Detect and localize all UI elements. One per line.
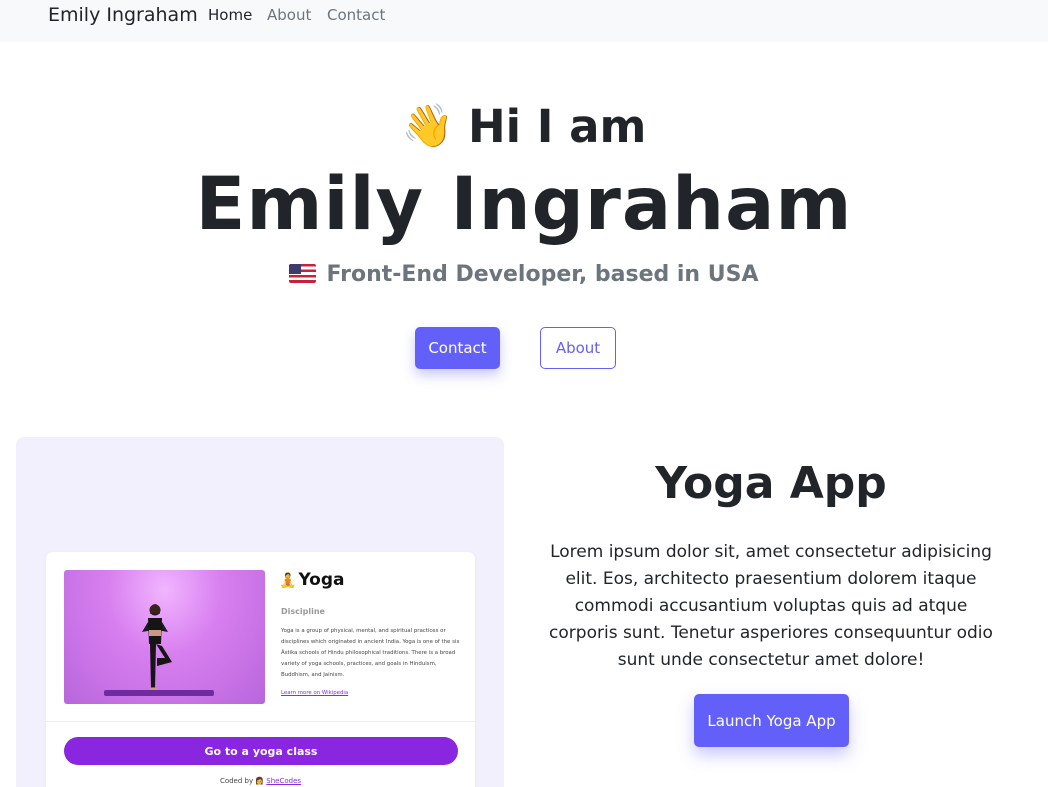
waving-hand-icon: 👋 xyxy=(401,101,454,150)
preview-footer: Coded by 👩 SheCodes xyxy=(46,777,475,785)
nav-link-home[interactable]: Home xyxy=(208,6,252,24)
project-description: Lorem ipsum dolor sit, amet consectetur … xyxy=(549,542,993,670)
nav-link-about[interactable]: About xyxy=(267,6,311,24)
hero-subtitle: Front-End Developer, based in USA xyxy=(0,262,1048,287)
preview-footer-prefix: Coded by 👩 xyxy=(219,777,267,785)
preview-footer-link: SheCodes xyxy=(266,777,302,785)
preview-app-title-text: Yoga xyxy=(298,570,345,590)
navbar: Emily Ingraham Home About Contact xyxy=(0,0,1048,42)
hero-greeting-text: Hi I am xyxy=(467,100,647,153)
preview-learn-more-link: Learn more on Wikipedia xyxy=(281,690,349,696)
hero-name: Emily Ingraham xyxy=(195,162,853,247)
yoga-mat xyxy=(104,690,214,696)
preview-section-label: Discipline xyxy=(281,607,325,616)
us-flag-icon xyxy=(289,264,317,283)
hero-subtitle-text: Front-End Developer, based in USA xyxy=(326,262,759,287)
about-button[interactable]: About xyxy=(540,327,616,369)
preview-cta-button: Go to a yoga class xyxy=(64,737,458,765)
meditation-icon: 🧘 xyxy=(279,573,297,589)
yoga-figure-illustration xyxy=(142,604,172,691)
navbar-brand[interactable]: Emily Ingraham xyxy=(48,4,198,26)
yoga-pose-photo xyxy=(64,570,265,704)
preview-body-text: Yoga is a group of physical, mental, and… xyxy=(281,628,460,678)
contact-button[interactable]: Contact xyxy=(415,327,500,369)
project-preview-image: 🧘 Yoga Discipline Yoga is a group of phys… xyxy=(16,437,504,787)
preview-app-title: 🧘 Yoga xyxy=(279,570,345,590)
project-title: Yoga App xyxy=(655,458,887,509)
launch-app-button[interactable]: Launch Yoga App xyxy=(694,694,849,747)
preview-app-card: 🧘 Yoga Discipline Yoga is a group of phys… xyxy=(46,552,475,787)
hero-greeting: 👋 Hi I am xyxy=(0,100,1048,153)
nav-link-contact[interactable]: Contact xyxy=(327,6,385,24)
preview-divider xyxy=(46,721,475,722)
